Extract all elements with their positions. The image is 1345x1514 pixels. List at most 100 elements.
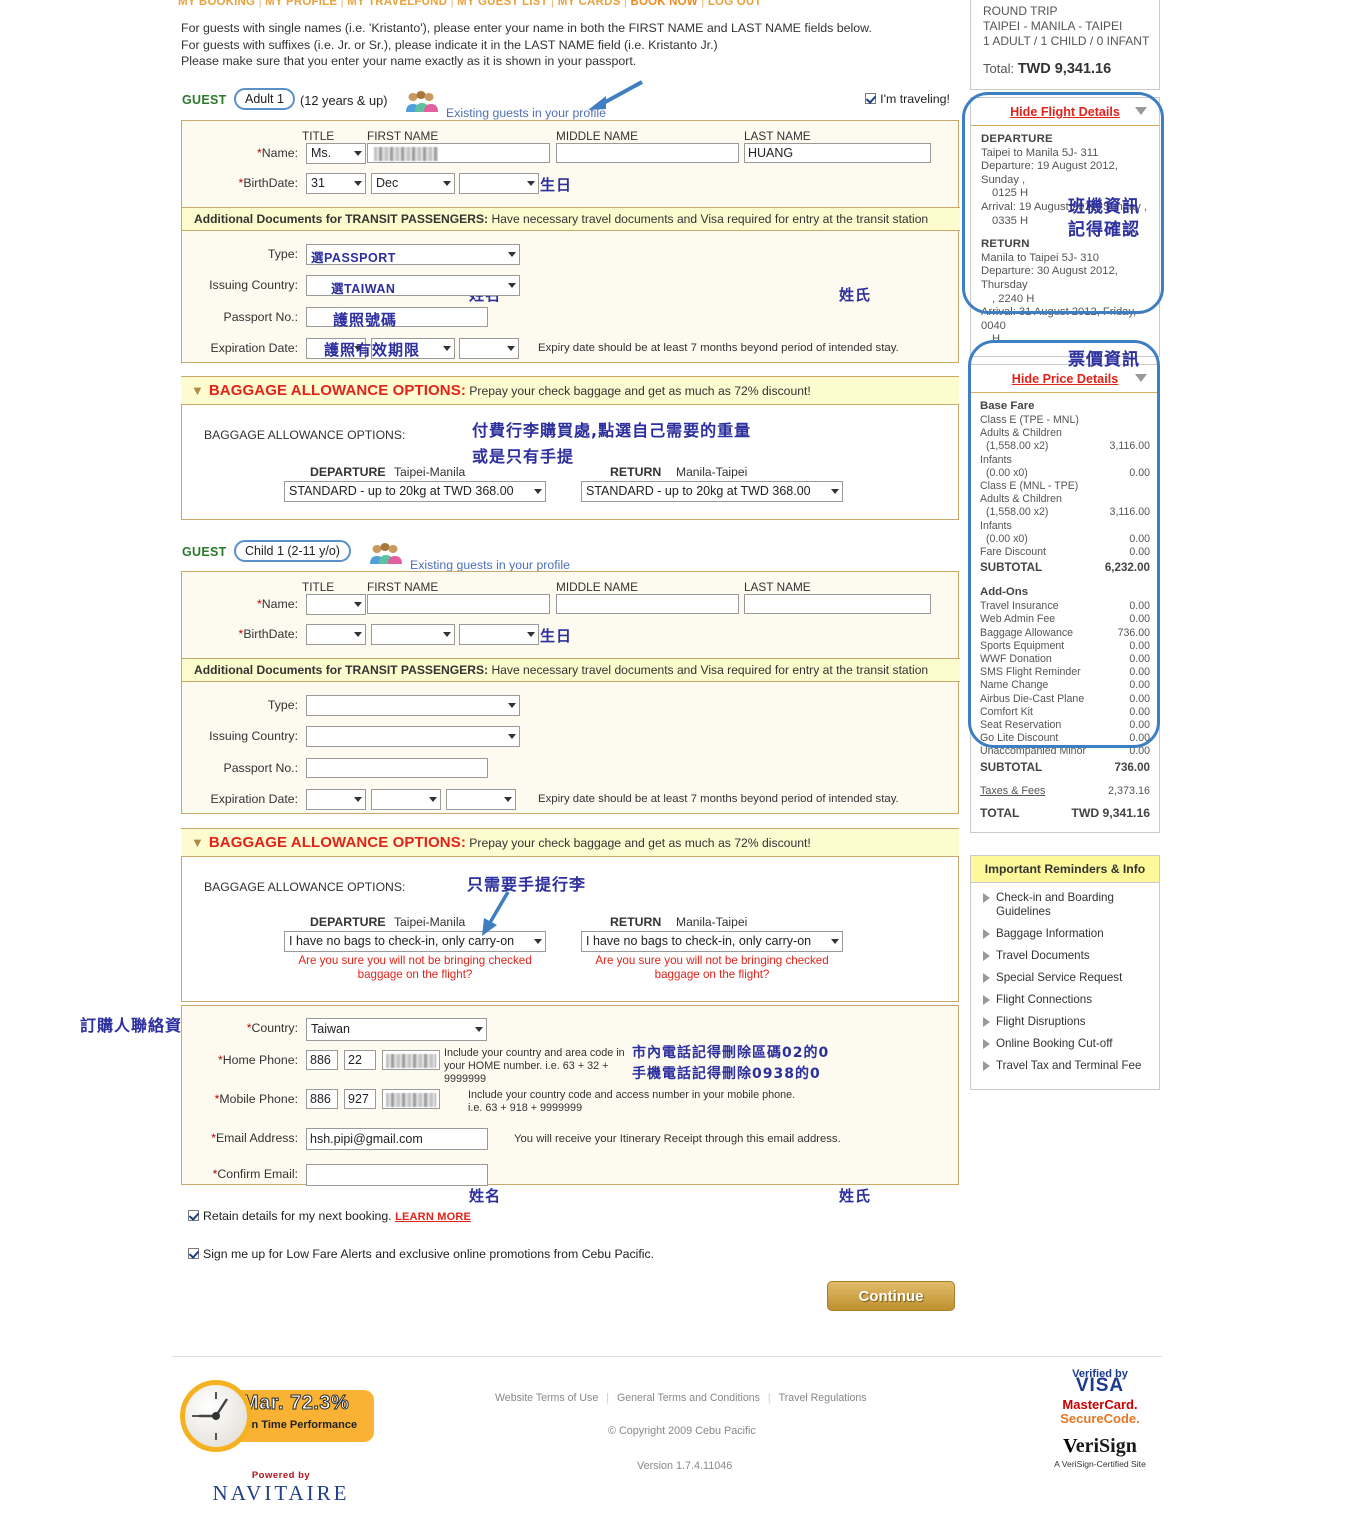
mobile-phone-area-code-input[interactable] (344, 1089, 376, 1109)
nav-my-guest-list[interactable]: MY GUEST LIST (457, 0, 548, 8)
adult-middle-name-input[interactable] (556, 143, 739, 163)
price-row-label: SMS Flight Reminder (980, 666, 1081, 679)
collapse-triangle-icon[interactable]: ▼ (191, 383, 204, 398)
child-middle-name-input[interactable] (556, 594, 739, 614)
adult-exp-year-select[interactable] (459, 338, 519, 359)
child-birth-year-select[interactable] (459, 624, 539, 645)
trip-route: TAIPEI - MANILA - TAIPEI (983, 19, 1123, 33)
price-row-label: Infants (980, 519, 1012, 532)
taxes-fees-row[interactable]: Taxes & Fees 2,373.16 (980, 785, 1150, 798)
reminder-item[interactable]: Travel Tax and Terminal Fee (981, 1059, 1153, 1073)
annotation-passport-no: 護照號碼 (333, 311, 398, 329)
adult-title-select[interactable]: Ms. (306, 143, 366, 164)
col-header-middle-child: MIDDLE NAME (556, 580, 638, 594)
footer-link-general-terms[interactable]: General Terms and Conditions (617, 1392, 760, 1404)
mobile-phone-country-code-input[interactable] (306, 1089, 338, 1109)
reminder-item[interactable]: Check-in and Boarding Guidelines (981, 891, 1153, 919)
clock-icon (180, 1380, 252, 1452)
child-first-name-input[interactable] (367, 594, 550, 614)
chevron-down-icon[interactable] (1135, 373, 1147, 382)
child-last-name-input[interactable] (744, 594, 931, 614)
child-exp-day-select[interactable] (306, 789, 366, 810)
reminder-item[interactable]: Online Booking Cut-off (981, 1037, 1153, 1051)
price-row-value: 0.00 (1129, 718, 1150, 731)
contact-panel: *Country: Taiwan *Home Phone: Include yo… (181, 1005, 959, 1186)
child-return-route: Manila-Taipei (676, 915, 748, 929)
reminder-item[interactable]: Travel Documents (981, 949, 1153, 963)
price-row-value: 3,116.00 (1109, 440, 1150, 453)
nav-my-booking[interactable]: MY BOOKING (178, 0, 255, 8)
trip-total-label: Total: (983, 61, 1015, 76)
lowfare-alerts-checkbox[interactable] (188, 1248, 199, 1259)
hide-price-details-link[interactable]: Hide Price Details (1012, 372, 1118, 386)
base-fare-heading: Base Fare (980, 399, 1035, 412)
confirm-email-input[interactable] (306, 1164, 488, 1186)
trip-type: ROUND TRIP (983, 4, 1058, 18)
price-row-value: 0.00 (1129, 600, 1150, 613)
lowfare-alerts-row[interactable]: Sign me up for Low Fare Alerts and exclu… (188, 1247, 654, 1261)
im-traveling-row[interactable]: I'm traveling! (865, 92, 950, 106)
child-passport-no-input[interactable] (306, 758, 488, 778)
annotation-last-name: 姓氏 (839, 286, 872, 304)
collapse-triangle-icon[interactable]: ▼ (191, 835, 204, 850)
child-bag-return-select[interactable]: I have no bags to check-in, only carry-o… (581, 931, 843, 952)
adult-baggage-header[interactable]: ▼ BAGGAGE ALLOWANCE OPTIONS: Prepay your … (181, 376, 959, 405)
nav-log-out[interactable]: LOG OUT (708, 0, 762, 8)
annotation-baggage-adult-1: 付費行李購買處,點選自己需要的重量 (472, 421, 752, 440)
nav-my-cards[interactable]: MY CARDS (558, 0, 621, 8)
footer-link-travel-regulations[interactable]: Travel Regulations (779, 1392, 867, 1404)
child-birth-month-select[interactable] (371, 624, 455, 645)
adult-expiration-label: Expiration Date: (210, 341, 299, 355)
price-row-label: Unaccompanied Minor (980, 745, 1086, 758)
email-input[interactable] (306, 1128, 488, 1150)
child-birthdate-label: *BirthDate: (238, 627, 298, 641)
price-row-value: 0.00 (1129, 652, 1150, 665)
adult-birth-year-select[interactable] (459, 173, 539, 194)
child-exp-year-select[interactable] (446, 789, 516, 810)
nav-my-profile[interactable]: MY PROFILE (265, 0, 337, 8)
retain-details-checkbox[interactable] (188, 1210, 199, 1221)
adult-birth-day-select[interactable]: 31 (306, 173, 366, 194)
existing-guests-link-child[interactable]: Existing guests in your profile (410, 558, 570, 572)
footer-link-terms-of-use[interactable]: Website Terms of Use (495, 1392, 598, 1404)
adult-issuing-country-select[interactable]: 選TAIWAN (306, 275, 520, 296)
learn-more-link[interactable]: LEARN MORE (395, 1211, 471, 1223)
adult-last-name-input[interactable] (744, 143, 931, 163)
footer-links[interactable]: Website Terms of Use | General Terms and C… (495, 1392, 867, 1404)
reminder-item[interactable]: Flight Disruptions (981, 1015, 1153, 1029)
price-row: Name Change 0.00 (980, 679, 1150, 692)
price-row-value: 0.00 (1129, 466, 1150, 479)
adult-bag-return-select[interactable]: STANDARD - up to 20kg at TWD 368.00 (581, 481, 843, 502)
home-phone-area-code-input[interactable] (344, 1050, 376, 1070)
adult-birth-month-select[interactable]: Dec (371, 173, 455, 194)
child-issuing-country-select[interactable] (306, 726, 520, 747)
adult-return-label: RETURN (610, 465, 662, 479)
adult-doc-type-select[interactable]: 選PASSPORT (306, 244, 520, 265)
country-select[interactable]: Taiwan (306, 1018, 487, 1041)
child-birth-day-select[interactable] (306, 624, 366, 645)
col-header-last-child: LAST NAME (744, 580, 811, 594)
reminder-item[interactable]: Baggage Information (981, 927, 1153, 941)
child-exp-month-select[interactable] (371, 789, 441, 810)
hide-flight-details-link[interactable]: Hide Flight Details (1010, 105, 1120, 119)
annotation-arrow-existing-guests (588, 80, 643, 110)
child-doc-type-select[interactable] (306, 695, 520, 716)
child-baggage-header[interactable]: ▼ BAGGAGE ALLOWANCE OPTIONS: Prepay your … (181, 828, 959, 857)
hide-flight-details-header[interactable]: Hide Flight Details (971, 98, 1159, 126)
reminder-item[interactable]: Special Service Request (981, 971, 1153, 985)
continue-button[interactable]: Continue (827, 1281, 955, 1311)
top-navigation[interactable]: MY BOOKING | MY PROFILE | MY TRAVELFUND … (178, 0, 818, 10)
reminder-item[interactable]: Flight Connections (981, 993, 1153, 1007)
price-row: SMS Flight Reminder 0.00 (980, 666, 1150, 679)
nav-book-now[interactable]: BOOK NOW (630, 0, 697, 8)
im-traveling-checkbox[interactable] (865, 93, 877, 104)
chevron-down-icon[interactable] (1135, 107, 1147, 115)
nav-my-travelfund[interactable]: MY TRAVELFUND (347, 0, 447, 8)
retain-details-row[interactable]: Retain details for my next booking. LEAR… (188, 1209, 471, 1223)
adult-guest-pill: Adult 1 (234, 88, 295, 110)
child-title-select[interactable] (306, 594, 366, 615)
adult-bag-departure-select[interactable]: STANDARD - up to 20kg at TWD 368.00 (284, 481, 546, 502)
home-phone-country-code-input[interactable] (306, 1050, 338, 1070)
home-phone-note: Include your country and area code in yo… (444, 1047, 625, 1085)
adult-issuing-country-label: Issuing Country: (209, 278, 298, 292)
